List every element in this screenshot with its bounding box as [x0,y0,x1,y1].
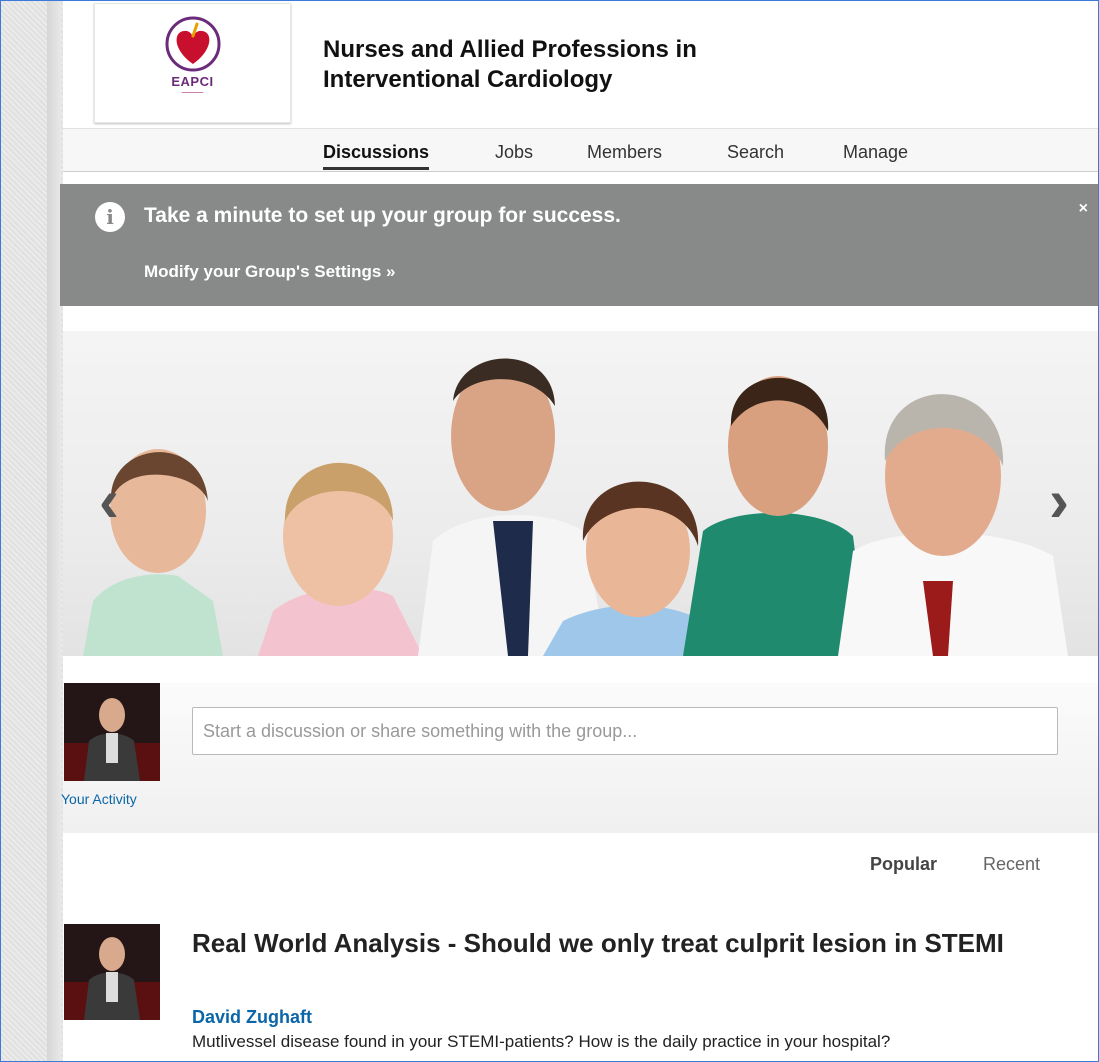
share-box: Your Activity [61,683,1098,833]
tab-search[interactable]: Search [727,129,784,169]
close-icon[interactable]: × [1079,200,1088,218]
info-icon: i [95,202,125,232]
left-gutter [47,1,61,1061]
author-avatar[interactable] [64,924,160,1020]
discussion-post: Real World Analysis - Should we only tre… [63,901,1098,1061]
user-photo [64,683,160,781]
post-excerpt: Mutlivessel disease found in your STEMI-… [192,1032,891,1051]
group-logo[interactable]: EAPCI ━━━━━━━━━ [94,3,291,123]
hero-carousel: ‹ › [63,331,1098,656]
chevron-left-icon[interactable]: ‹ [99,471,119,531]
your-activity-link[interactable]: Your Activity [61,791,137,807]
tab-members[interactable]: Members [587,129,662,169]
page-frame: EAPCI ━━━━━━━━━ Nurses and Allied Profes… [0,0,1099,1062]
post-title[interactable]: Real World Analysis - Should we only tre… [192,927,1012,959]
tab-jobs[interactable]: Jobs [495,129,533,169]
logo-wordmark: EAPCI [171,74,214,89]
chevron-right-icon[interactable]: › [1049,471,1069,531]
avatar[interactable] [64,683,160,781]
group-page: EAPCI ━━━━━━━━━ Nurses and Allied Profes… [60,1,1098,1061]
logo-tagline: ━━━━━━━━━ [181,90,204,95]
tab-discussions[interactable]: Discussions [323,129,430,170]
sort-recent[interactable]: Recent [983,854,1040,875]
group-nav: Discussions Jobs Members Search Manage [63,128,1098,172]
post-author-link[interactable]: David Zughaft [192,1007,312,1028]
modify-settings-link[interactable]: Modify your Group's Settings » [144,262,396,282]
sort-bar: Popular Recent [63,833,1098,902]
group-header: EAPCI ━━━━━━━━━ Nurses and Allied Profes… [63,1,1098,128]
tab-manage[interactable]: Manage [843,129,908,169]
heart-logo-icon [165,16,221,72]
group-title[interactable]: Nurses and Allied Professions in Interve… [323,35,843,95]
sort-popular[interactable]: Popular [870,854,937,875]
start-discussion-input[interactable] [192,707,1058,755]
notice-message: Take a minute to set up your group for s… [144,204,621,227]
setup-notice: i Take a minute to set up your group for… [60,184,1098,306]
hero-image [83,358,1068,656]
author-photo [64,924,160,1020]
